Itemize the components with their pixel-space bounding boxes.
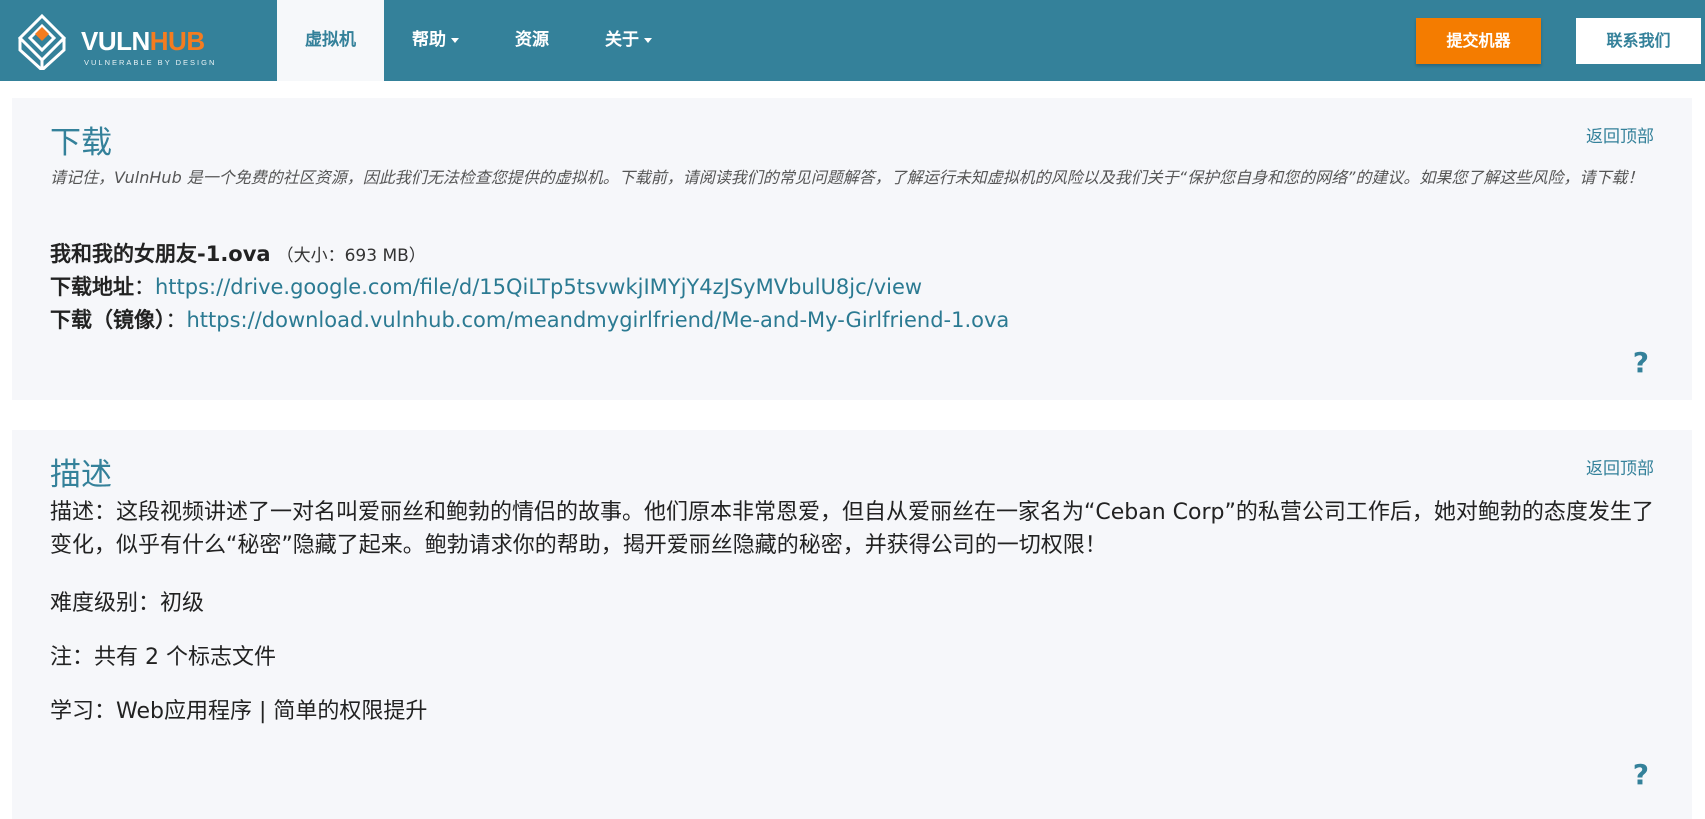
description-title: 描述 [50,457,112,493]
difficulty-level: 难度级别：初级 [50,591,205,616]
vulnhub-logo-icon [18,14,67,70]
flags-note: 注：共有 2 个标志文件 [50,645,276,670]
description-panel: 描述 返回顶部 描述：这段视频讲述了一对名叫爱丽丝和鲍勃的情侣的故事。他们原本非… [12,430,1692,819]
main-nav: 虚拟机 帮助 资源 关于 [277,0,680,81]
nav-item-about[interactable]: 关于 [577,0,680,81]
logo-wordmark: VULNHUB [81,26,205,56]
file-size: （大小：693 MB） [276,246,426,266]
download-link[interactable]: https://drive.google.com/file/d/15QiLTp5… [155,275,922,299]
contact-us-button[interactable]: 联系我们 [1576,18,1701,64]
mirror-link-label: 下载（镜像） [50,308,166,332]
description-text: 描述：这段视频讲述了一对名叫爱丽丝和鲍勃的情侣的故事。他们原本非常恩爱，但自从爱… [50,500,1654,558]
mirror-link-line: 下载（镜像）：https://download.vulnhub.com/mean… [50,308,1010,332]
nav-item-help-label: 帮助 [412,30,446,50]
submit-machine-button[interactable]: 提交机器 [1416,18,1541,64]
download-link-line: 下载地址：https://drive.google.com/file/d/15Q… [50,275,923,299]
nav-item-about-label: 关于 [605,30,639,50]
caret-down-icon [644,37,652,43]
download-link-label: 下载地址 [50,275,134,299]
caret-down-icon [451,37,459,43]
learning-topics: 学习：Web应用程序 | 简单的权限提升 [50,699,428,724]
help-question-icon[interactable]: ? [1633,346,1649,379]
download-notice: 请记住，VulnHub 是一个免费的社区资源，因此我们无法检查您提供的虚拟机。下… [50,168,1644,187]
file-info: 我和我的女朋友-1.ova （大小：693 MB） [50,238,426,268]
nav-item-vms[interactable]: 虚拟机 [277,0,384,81]
mirror-link[interactable]: https://download.vulnhub.com/meandmygirl… [187,308,1010,332]
download-panel: 下载 返回顶部 请记住，VulnHub 是一个免费的社区资源，因此我们无法检查您… [12,98,1692,400]
vulnhub-logo[interactable]: VULNHUB VULNERABLE BY DESIGN [18,14,228,70]
download-title: 下载 [50,125,112,161]
back-to-top-link[interactable]: 返回顶部 [1586,122,1654,147]
nav-item-resources[interactable]: 资源 [487,0,577,81]
file-name: 我和我的女朋友-1.ova [50,242,271,266]
top-navbar: VULNHUB VULNERABLE BY DESIGN 虚拟机 帮助 资源 关… [0,0,1705,81]
help-question-icon[interactable]: ? [1633,758,1649,791]
nav-item-help[interactable]: 帮助 [384,0,487,81]
logo-tagline: VULNERABLE BY DESIGN [84,58,217,67]
back-to-top-link[interactable]: 返回顶部 [1586,454,1654,479]
